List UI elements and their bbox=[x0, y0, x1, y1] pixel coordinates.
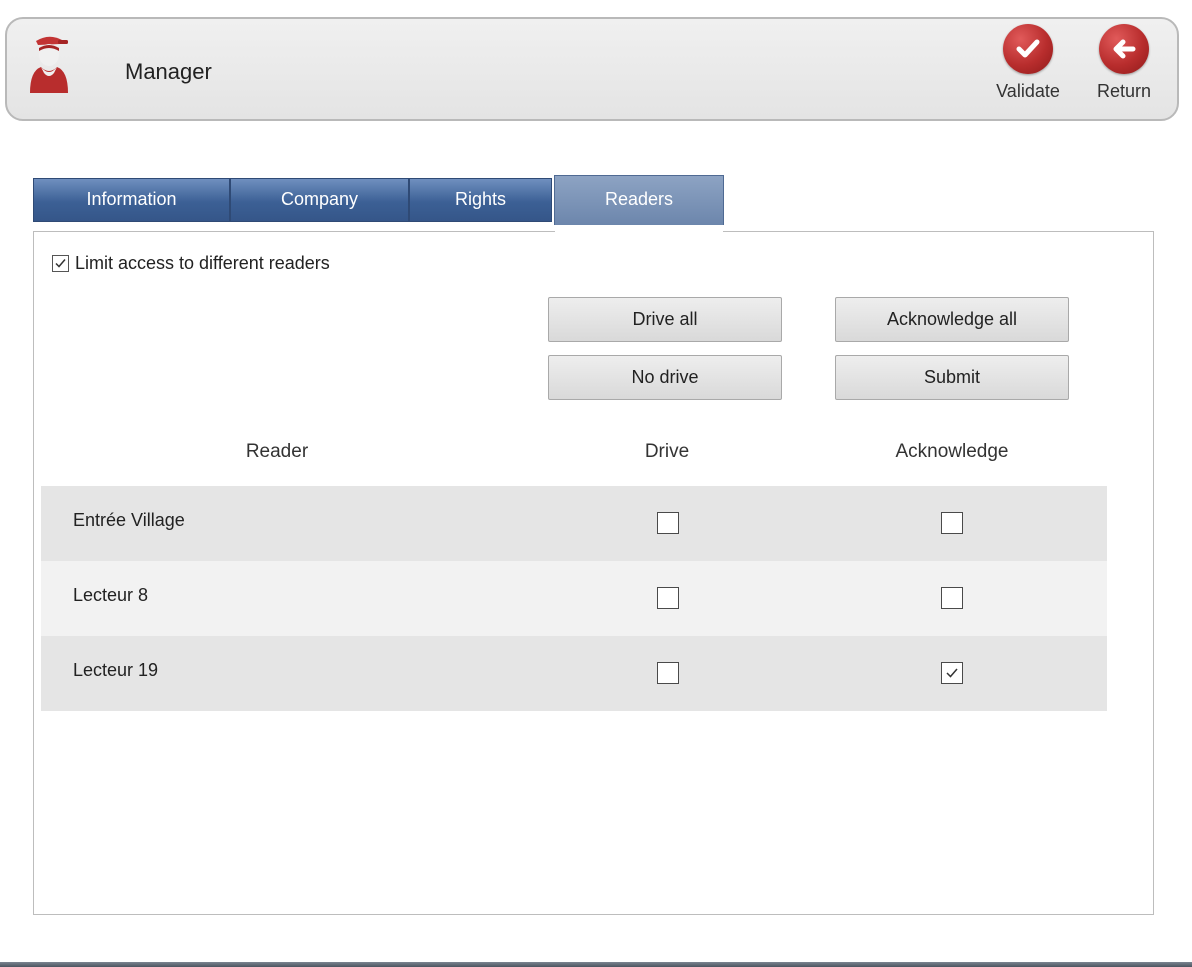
header-bar: Manager Validate Return bbox=[5, 17, 1179, 121]
footer-divider bbox=[0, 962, 1192, 967]
arrow-left-icon bbox=[1099, 24, 1149, 74]
column-header-acknowledge: Acknowledge bbox=[895, 441, 1009, 462]
reader-name: Lecteur 8 bbox=[73, 585, 149, 605]
checkbox-checked-icon[interactable] bbox=[52, 255, 69, 272]
column-header-drive: Drive bbox=[644, 441, 690, 462]
tab-information[interactable]: Information bbox=[33, 178, 230, 222]
drive-checkbox[interactable] bbox=[657, 512, 679, 534]
reader-name: Lecteur 19 bbox=[73, 660, 159, 680]
table-row: Entrée Village bbox=[41, 486, 1107, 561]
acknowledge-all-button[interactable]: Acknowledge all bbox=[835, 297, 1069, 342]
column-header-reader: Reader bbox=[245, 441, 309, 462]
active-tab-connector bbox=[555, 229, 723, 233]
user-manager-icon bbox=[27, 31, 71, 95]
tab-company[interactable]: Company bbox=[230, 178, 409, 222]
reader-name: Entrée Village bbox=[73, 510, 185, 530]
tab-readers[interactable]: Readers bbox=[554, 175, 724, 225]
drive-all-button[interactable]: Drive all bbox=[548, 297, 782, 342]
acknowledge-checkbox[interactable] bbox=[941, 587, 963, 609]
acknowledge-checkbox[interactable] bbox=[941, 662, 963, 684]
tab-rights[interactable]: Rights bbox=[409, 178, 552, 222]
limit-access-label: Limit access to different readers bbox=[75, 253, 330, 273]
drive-checkbox[interactable] bbox=[657, 662, 679, 684]
checkmark-small-icon bbox=[946, 668, 958, 678]
return-button[interactable]: Return bbox=[1089, 24, 1159, 102]
drive-checkbox[interactable] bbox=[657, 587, 679, 609]
acknowledge-checkbox[interactable] bbox=[941, 512, 963, 534]
table-row: Lecteur 8 bbox=[41, 561, 1107, 636]
return-label: Return bbox=[1096, 81, 1152, 101]
validate-button[interactable]: Validate bbox=[985, 24, 1071, 102]
table-row: Lecteur 19 bbox=[41, 636, 1107, 711]
page-title: Manager bbox=[125, 59, 212, 84]
checkmark-icon bbox=[1003, 24, 1053, 74]
limit-access-checkbox[interactable]: Limit access to different readers bbox=[52, 253, 330, 274]
submit-button[interactable]: Submit bbox=[835, 355, 1069, 400]
validate-label: Validate bbox=[996, 81, 1060, 101]
no-drive-button[interactable]: No drive bbox=[548, 355, 782, 400]
